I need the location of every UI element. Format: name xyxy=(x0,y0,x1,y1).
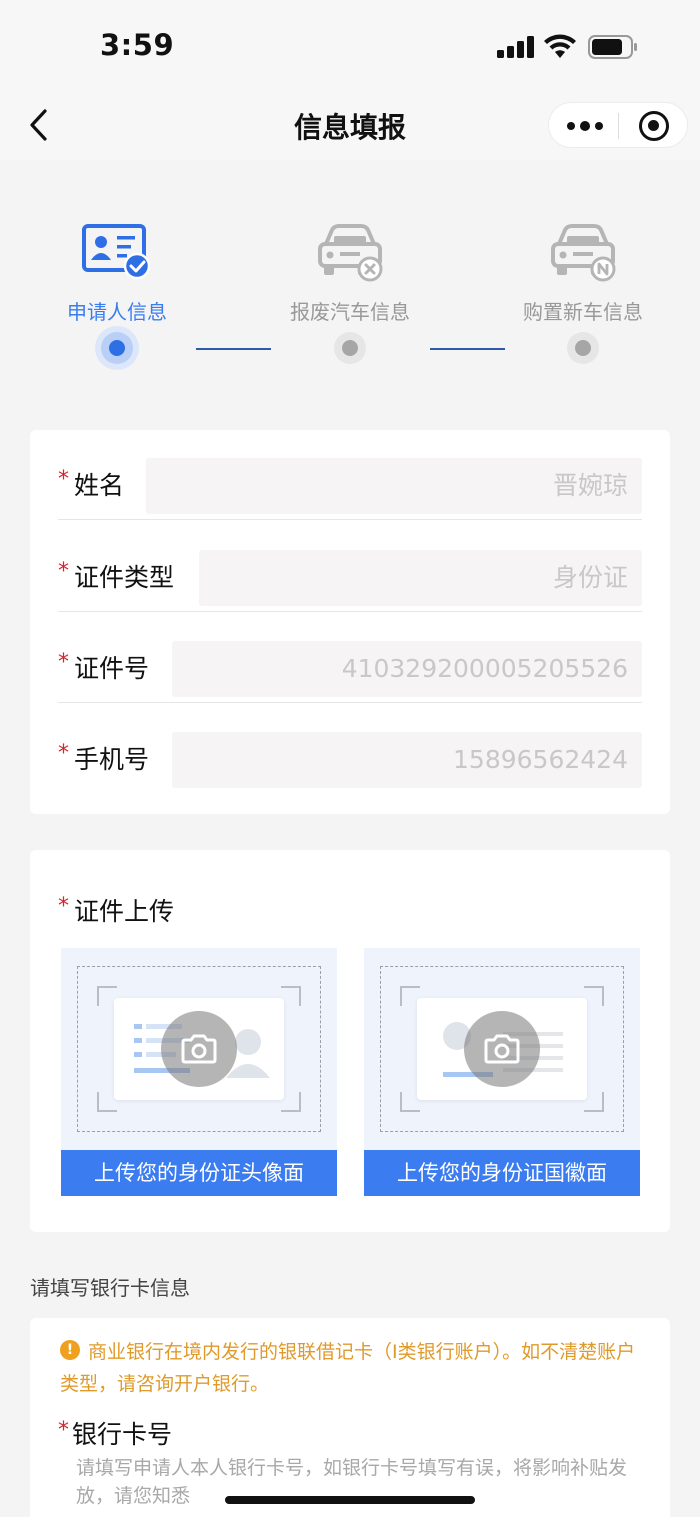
required-mark: * xyxy=(58,1418,69,1443)
camera-icon xyxy=(161,1011,237,1087)
upload-back-button[interactable]: 上传您的身份证国徽面 xyxy=(364,1150,640,1196)
divider xyxy=(58,611,642,612)
upload-title: 证件上传 xyxy=(74,897,175,926)
nav-bar: 信息填报 xyxy=(0,90,700,160)
cellular-signal-icon xyxy=(497,36,537,58)
upload-front-button[interactable]: 上传您的身份证头像面 xyxy=(61,1150,337,1196)
divider xyxy=(58,519,642,520)
divider xyxy=(58,702,642,703)
step-new-car-info: 购置新车信息 xyxy=(493,200,673,325)
mini-program-capsule xyxy=(548,102,688,148)
id-number-label: 证件号 xyxy=(74,654,150,683)
step-indicator xyxy=(567,332,599,364)
bank-card-section: ! 商业银行在境内发行的银联借记卡（I类银行账户）。如不清楚账户类型，请咨询开户… xyxy=(30,1318,670,1517)
capsule-divider xyxy=(618,113,619,139)
name-field[interactable]: 晋婉琼 xyxy=(146,458,642,514)
name-label: 姓名 xyxy=(74,471,125,500)
phone-field[interactable]: 15896562424 xyxy=(172,732,642,788)
step-applicant-info: 申请人信息 xyxy=(27,200,207,325)
step-scrap-car-info: 报废汽车信息 xyxy=(260,200,440,325)
id-type-field[interactable]: 身份证 xyxy=(199,550,642,606)
id-type-label: 证件类型 xyxy=(74,563,175,592)
id-upload-card: * 证件上传 上传您的身份证头像面 上传您的身份证国徽面 xyxy=(30,850,670,1232)
bank-card-label: 银行卡号 xyxy=(72,1420,173,1449)
id-number-field[interactable]: 410329200005205526 xyxy=(172,641,642,697)
status-time: 3:59 xyxy=(100,28,175,62)
bank-notice: 商业银行在境内发行的银联借记卡（I类银行账户）。如不清楚账户类型，请咨询开户银行… xyxy=(60,1341,636,1395)
upload-id-front[interactable]: 上传您的身份证头像面 xyxy=(61,948,337,1196)
phone-label: 手机号 xyxy=(74,745,150,774)
required-mark: * xyxy=(58,467,69,492)
applicant-form-card: * 姓名 晋婉琼 * 证件类型 身份证 * 证件号 41032920000520… xyxy=(30,430,670,814)
required-mark: * xyxy=(58,894,69,919)
bank-section-heading: 请填写银行卡信息 xyxy=(30,1276,190,1300)
id-number-row: * 证件号 410329200005205526 xyxy=(58,613,642,703)
close-target-icon[interactable] xyxy=(639,111,669,141)
page: 3:59 信息填报 申请人信息 报废汽车信息 购置新车信息 * 姓名 晋婉琼 *… xyxy=(0,0,700,1517)
home-indicator xyxy=(225,1496,475,1504)
name-row: * 姓名 晋婉琼 xyxy=(58,430,642,520)
step-label: 报废汽车信息 xyxy=(290,300,410,324)
required-mark: * xyxy=(58,741,69,766)
required-mark: * xyxy=(58,650,69,675)
progress-steps: 申请人信息 报废汽车信息 购置新车信息 xyxy=(0,200,700,390)
step-connector xyxy=(196,348,271,350)
car-scrap-icon xyxy=(318,224,383,282)
status-bar: 3:59 xyxy=(0,0,700,90)
id-card-check-icon xyxy=(82,224,151,280)
wifi-icon xyxy=(544,34,576,58)
upload-id-back[interactable]: 上传您的身份证国徽面 xyxy=(364,948,640,1196)
car-new-icon xyxy=(551,224,616,282)
phone-row: * 手机号 15896562424 xyxy=(58,704,642,794)
required-mark: * xyxy=(58,559,69,584)
step-indicator-active xyxy=(95,326,139,370)
more-dots-icon xyxy=(567,122,575,130)
step-label: 购置新车信息 xyxy=(523,300,643,324)
step-label: 申请人信息 xyxy=(67,300,167,324)
step-indicator xyxy=(334,332,366,364)
battery-icon xyxy=(588,35,637,59)
step-connector xyxy=(430,348,505,350)
camera-icon xyxy=(464,1011,540,1087)
id-type-row: * 证件类型 身份证 xyxy=(58,522,642,612)
more-button[interactable] xyxy=(567,117,603,135)
